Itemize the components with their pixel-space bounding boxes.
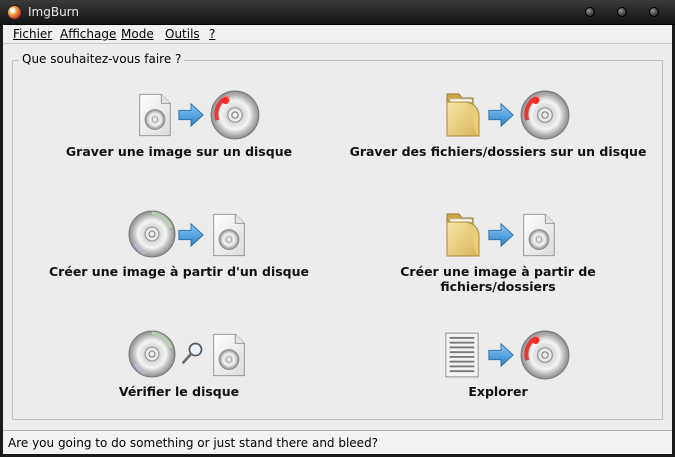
maximize-button[interactable] [617, 7, 627, 17]
action-create-image-from-disc[interactable]: Créer une image à partir d'un disque [29, 209, 329, 289]
action-label: Vérifier le disque [118, 384, 240, 399]
arrow-right-icon [487, 341, 515, 369]
burn-disc-icon [519, 89, 571, 141]
action-label: Graver une image sur un disque [65, 144, 293, 159]
arrow-right-icon [177, 101, 205, 129]
action-burn-files[interactable]: Graver des fichiers/dossiers sur un disq… [348, 89, 648, 169]
group-label: Que souhaitez-vous faire ? [19, 52, 185, 66]
image-file-icon [521, 209, 557, 261]
magnifier-icon [179, 339, 205, 367]
menu-bar: Fichier Affichage Mode Outils ? [3, 25, 672, 44]
disc-icon [127, 209, 177, 259]
window-title: ImgBurn [28, 5, 80, 19]
menu-fichier[interactable]: Fichier [13, 27, 52, 41]
action-label: Créer une image à partir d'un disque [49, 264, 309, 279]
image-file-icon [137, 89, 173, 141]
disc-icon [127, 329, 177, 379]
arrow-right-icon [487, 101, 515, 129]
status-text: Are you going to do something or just st… [8, 436, 379, 450]
burn-disc-icon [209, 89, 261, 141]
action-verify-disc[interactable]: Vérifier le disque [29, 329, 329, 409]
burn-disc-icon [519, 329, 571, 381]
menu-affichage[interactable]: Affichage [60, 27, 116, 41]
action-explorer[interactable]: Explorer [348, 329, 648, 409]
binary-data-file-icon [443, 329, 481, 381]
action-label: Explorer [468, 384, 528, 399]
folder-icon [443, 209, 483, 261]
action-label: Graver des fichiers/dossiers sur un disq… [349, 144, 647, 159]
image-file-icon [211, 329, 247, 381]
client-area: Fichier Affichage Mode Outils ? Que souh… [3, 25, 672, 454]
action-label: Créer une image à partir de fichiers/dos… [400, 264, 596, 294]
actions-group: Que souhaitez-vous faire ? Graver une im… [12, 52, 663, 420]
arrow-right-icon [177, 221, 205, 249]
menu-outils[interactable]: Outils [165, 27, 200, 41]
image-file-icon [211, 209, 247, 261]
arrow-right-icon [487, 221, 515, 249]
title-bar: ImgBurn [0, 0, 675, 25]
action-create-image-from-files[interactable]: Créer une image à partir de fichiers/dos… [348, 209, 648, 294]
imgburn-app-icon[interactable] [7, 5, 22, 20]
menu-mode[interactable]: Mode [121, 27, 154, 41]
menu-help[interactable]: ? [209, 27, 215, 41]
action-burn-image[interactable]: Graver une image sur un disque [29, 89, 329, 169]
folder-icon [443, 89, 483, 141]
close-button[interactable] [649, 7, 659, 17]
status-bar: Are you going to do something or just st… [3, 430, 672, 454]
minimize-button[interactable] [585, 7, 595, 17]
